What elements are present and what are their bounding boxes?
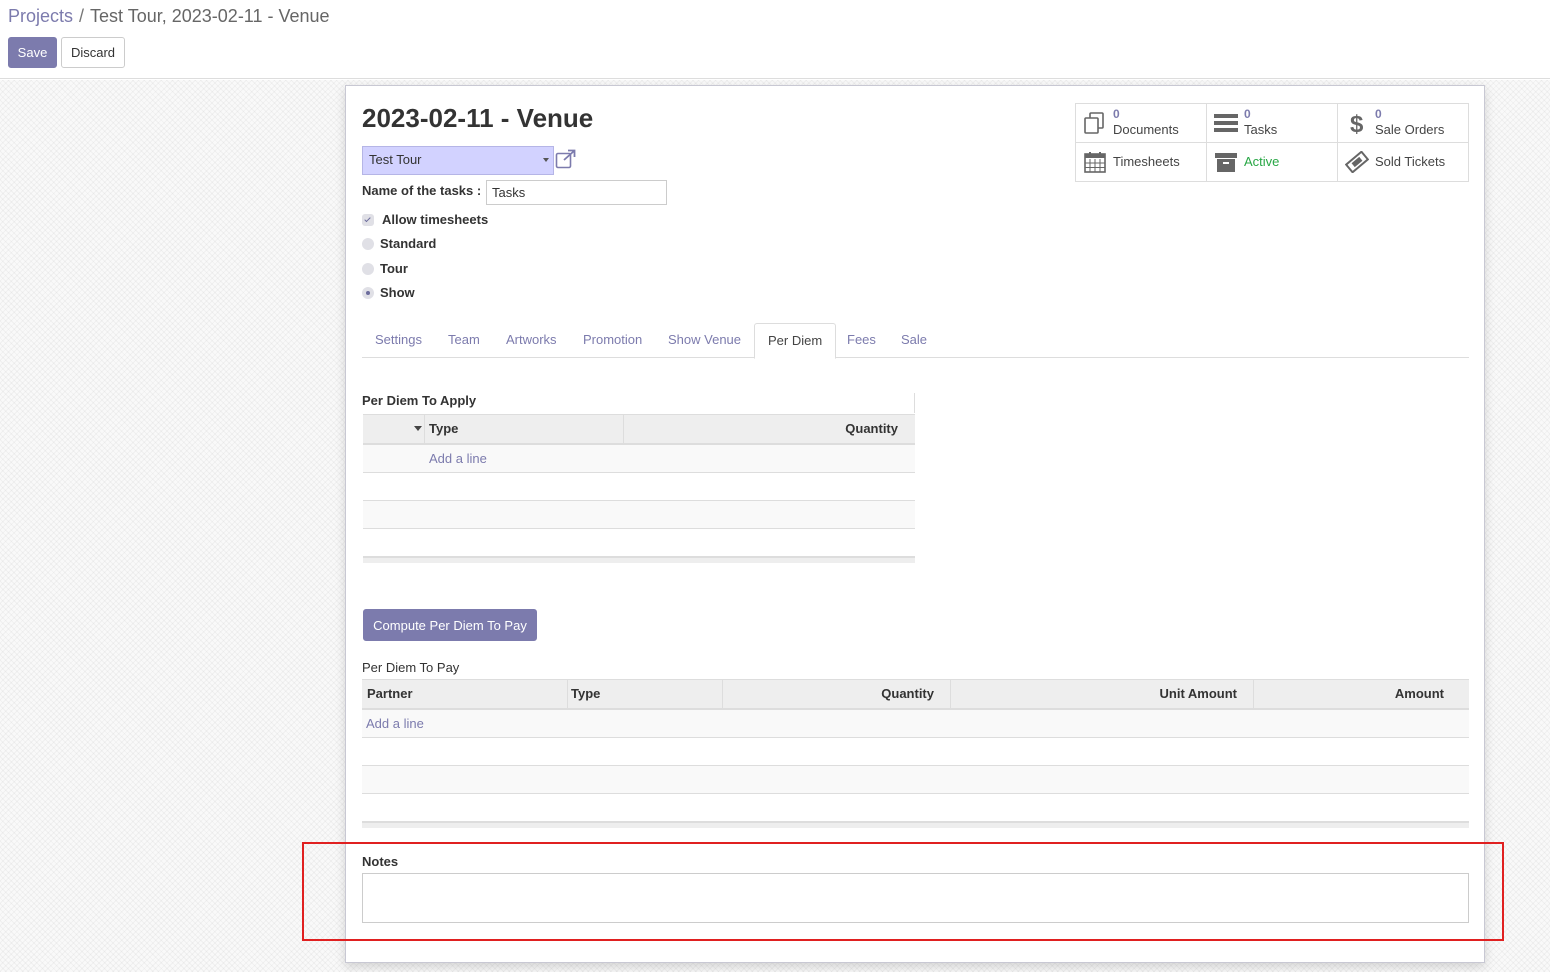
column-header-type[interactable]: Type <box>571 680 600 709</box>
type-option-standard: Standard <box>362 236 436 251</box>
external-link-icon[interactable] <box>555 149 577 169</box>
sale-orders-label: Sale Orders <box>1375 122 1445 137</box>
project-select-value: Test Tour <box>369 152 422 167</box>
tab-artworks[interactable]: Artworks <box>493 323 570 358</box>
discard-button[interactable]: Discard <box>61 37 125 68</box>
tab-fees[interactable]: Fees <box>834 323 889 358</box>
tab-per-diem[interactable]: Per Diem <box>754 323 837 359</box>
timesheets-label: Timesheets <box>1113 154 1180 169</box>
svg-text:$: $ <box>1350 112 1364 134</box>
table-row <box>362 766 1469 794</box>
tasks-count: 0 <box>1244 107 1251 121</box>
tasks-label: Tasks <box>1244 122 1278 137</box>
sale-orders-count: 0 <box>1375 107 1382 121</box>
tasks-stat-button[interactable]: 0 Tasks <box>1207 104 1338 143</box>
tasks-icon <box>1214 114 1238 132</box>
save-button[interactable]: Save <box>8 37 57 68</box>
tour-label: Tour <box>380 261 408 276</box>
documents-icon <box>1084 112 1104 134</box>
sold-tickets-stat-button[interactable]: Sold Tickets <box>1338 143 1469 182</box>
record-title: 2023-02-11 - Venue <box>362 103 594 133</box>
table-header: Type Quantity <box>363 414 915 445</box>
table-row <box>363 501 915 529</box>
add-line-link[interactable]: Add a line <box>429 451 487 466</box>
active-toggle-button[interactable]: Active <box>1207 143 1338 182</box>
breadcrumb: Projects / Test Tour, 2023-02-11 - Venue <box>8 6 330 27</box>
table-row: Add a line <box>363 445 915 473</box>
chevron-down-icon <box>543 158 549 162</box>
sold-tickets-label: Sold Tickets <box>1375 154 1446 169</box>
allow-timesheets-row: Allow timesheets <box>362 212 488 227</box>
task-name-field[interactable] <box>486 180 667 205</box>
per-diem-pay-table: Partner Type Quantity Unit Amount Amount… <box>362 679 1469 828</box>
sort-caret-icon[interactable] <box>414 426 422 431</box>
standard-label: Standard <box>380 236 437 251</box>
compute-per-diem-button[interactable]: Compute Per Diem To Pay <box>363 609 537 641</box>
table-row <box>362 794 1469 822</box>
documents-label: Documents <box>1113 122 1179 137</box>
column-header-partner[interactable]: Partner <box>367 680 413 709</box>
archive-icon <box>1215 153 1237 172</box>
control-panel: Projects / Test Tour, 2023-02-11 - Venue S… <box>0 0 1550 79</box>
table-row: Add a line <box>362 710 1469 738</box>
table-row <box>363 473 915 501</box>
tab-promotion[interactable]: Promotion <box>570 323 655 358</box>
tour-radio[interactable] <box>362 263 374 275</box>
column-header-type[interactable]: Type <box>429 415 458 444</box>
show-radio[interactable] <box>362 287 374 299</box>
table-header: Partner Type Quantity Unit Amount Amount <box>362 679 1469 710</box>
allow-timesheets-checkbox[interactable] <box>362 214 374 226</box>
stat-buttons: 0 Documents 0 Tasks $ 0 Sale Orders Time… <box>1075 103 1469 182</box>
breadcrumb-current: Test Tour, 2023-02-11 - Venue <box>90 6 330 26</box>
ticket-icon <box>1345 151 1369 173</box>
tab-settings[interactable]: Settings <box>362 323 435 358</box>
tab-show-venue[interactable]: Show Venue <box>655 323 754 358</box>
allow-timesheets-label: Allow timesheets <box>382 212 489 227</box>
notebook-tabs: Settings Team Artworks Promotion Show Ve… <box>362 323 1469 359</box>
tab-sale[interactable]: Sale <box>888 323 940 358</box>
per-diem-apply-table: Type Quantity Add a line <box>363 414 915 563</box>
table-row <box>362 738 1469 766</box>
notes-label: Notes <box>362 854 399 869</box>
documents-count: 0 <box>1113 107 1120 121</box>
timesheets-stat-button[interactable]: Timesheets <box>1076 143 1207 182</box>
table-footer <box>362 822 1469 828</box>
project-select[interactable]: Test Tour <box>362 146 554 175</box>
per-diem-apply-label: Per Diem To Apply <box>362 393 477 408</box>
per-diem-pay-label: Per Diem To Pay <box>362 660 460 675</box>
standard-radio[interactable] <box>362 238 374 250</box>
column-header-quantity[interactable]: Quantity <box>881 680 934 709</box>
type-option-tour: Tour <box>362 261 408 276</box>
table-footer <box>363 557 915 563</box>
show-label: Show <box>380 285 415 300</box>
active-label: Active <box>1244 154 1280 169</box>
section-divider <box>914 393 915 413</box>
type-option-show: Show <box>362 285 415 300</box>
column-header-unit-amount[interactable]: Unit Amount <box>1160 680 1238 709</box>
documents-stat-button[interactable]: 0 Documents <box>1076 104 1207 143</box>
dollar-icon: $ <box>1350 112 1364 134</box>
breadcrumb-projects-link[interactable]: Projects <box>8 6 73 26</box>
table-row <box>363 529 915 557</box>
add-line-link[interactable]: Add a line <box>366 716 424 731</box>
calendar-icon <box>1084 152 1106 173</box>
form-sheet: 2023-02-11 - Venue Test Tour Name of the… <box>345 85 1485 963</box>
column-header-quantity[interactable]: Quantity <box>845 415 898 444</box>
breadcrumb-separator: / <box>79 6 85 26</box>
column-header-amount[interactable]: Amount <box>1395 680 1444 709</box>
tab-team[interactable]: Team <box>435 323 493 358</box>
task-name-label: Name of the tasks : <box>362 183 482 198</box>
sale-orders-stat-button[interactable]: $ 0 Sale Orders <box>1338 104 1469 143</box>
notes-field[interactable] <box>362 873 1469 923</box>
